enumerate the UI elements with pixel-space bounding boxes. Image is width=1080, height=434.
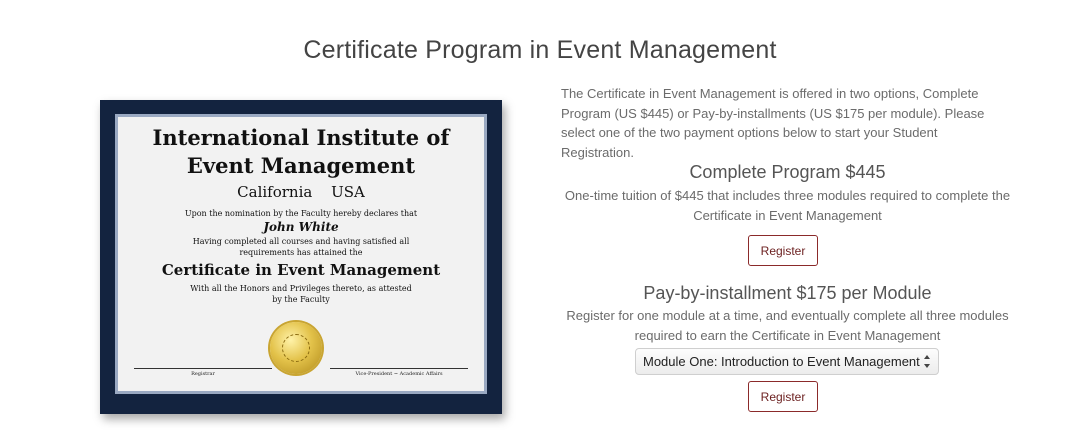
- gold-seal-icon: [270, 322, 322, 374]
- certificate-location: California USA: [237, 183, 365, 201]
- complete-program-description: One-time tuition of $445 that includes t…: [564, 188, 1011, 223]
- certificate-institute-line2: Event Management: [186, 153, 416, 178]
- certificate-award: Certificate in Event Management: [161, 261, 441, 279]
- certificate-recipient: John White: [263, 220, 339, 234]
- select-arrows-icon: [924, 355, 931, 368]
- installment-title: Pay-by-installment $175 per Module: [643, 283, 932, 303]
- module-select[interactable]: Module One: Introduction to Event Manage…: [635, 348, 939, 375]
- intro-text: The Certificate in Event Management is o…: [561, 86, 985, 160]
- installment-description: Register for one module at a time, and e…: [566, 308, 1009, 343]
- signature-label-right: Vice-President ~ Academic Affairs: [355, 371, 443, 377]
- register-complete-button[interactable]: Register: [748, 235, 818, 266]
- certificate-text-line1: Upon the nomination by the Faculty hereb…: [184, 209, 418, 218]
- certificate-text-line3: requirements has attained the: [239, 248, 363, 257]
- page-title: Certificate Program in Event Management: [303, 36, 777, 64]
- signature-line-left: [134, 368, 272, 369]
- module-select-value: Module One: Introduction to Event Manage…: [643, 354, 920, 369]
- certificate-text-line5: by the Faculty: [272, 295, 330, 304]
- register-installment-button[interactable]: Register: [748, 381, 818, 412]
- signature-line-right: [330, 368, 468, 369]
- certificate-mat: International Institute of Event Managem…: [115, 114, 487, 394]
- certificate-text-line2: Having completed all courses and having …: [192, 237, 410, 246]
- certificate-image: International Institute of Event Managem…: [100, 100, 502, 414]
- certificate-paper: International Institute of Event Managem…: [118, 117, 484, 391]
- certificate-institute-line1: International Institute of: [152, 125, 450, 150]
- complete-program-title: Complete Program $445: [689, 162, 886, 182]
- certificate-text-line4: With all the Honors and Privileges there…: [190, 284, 412, 293]
- signature-label-left: Registrar: [191, 371, 215, 377]
